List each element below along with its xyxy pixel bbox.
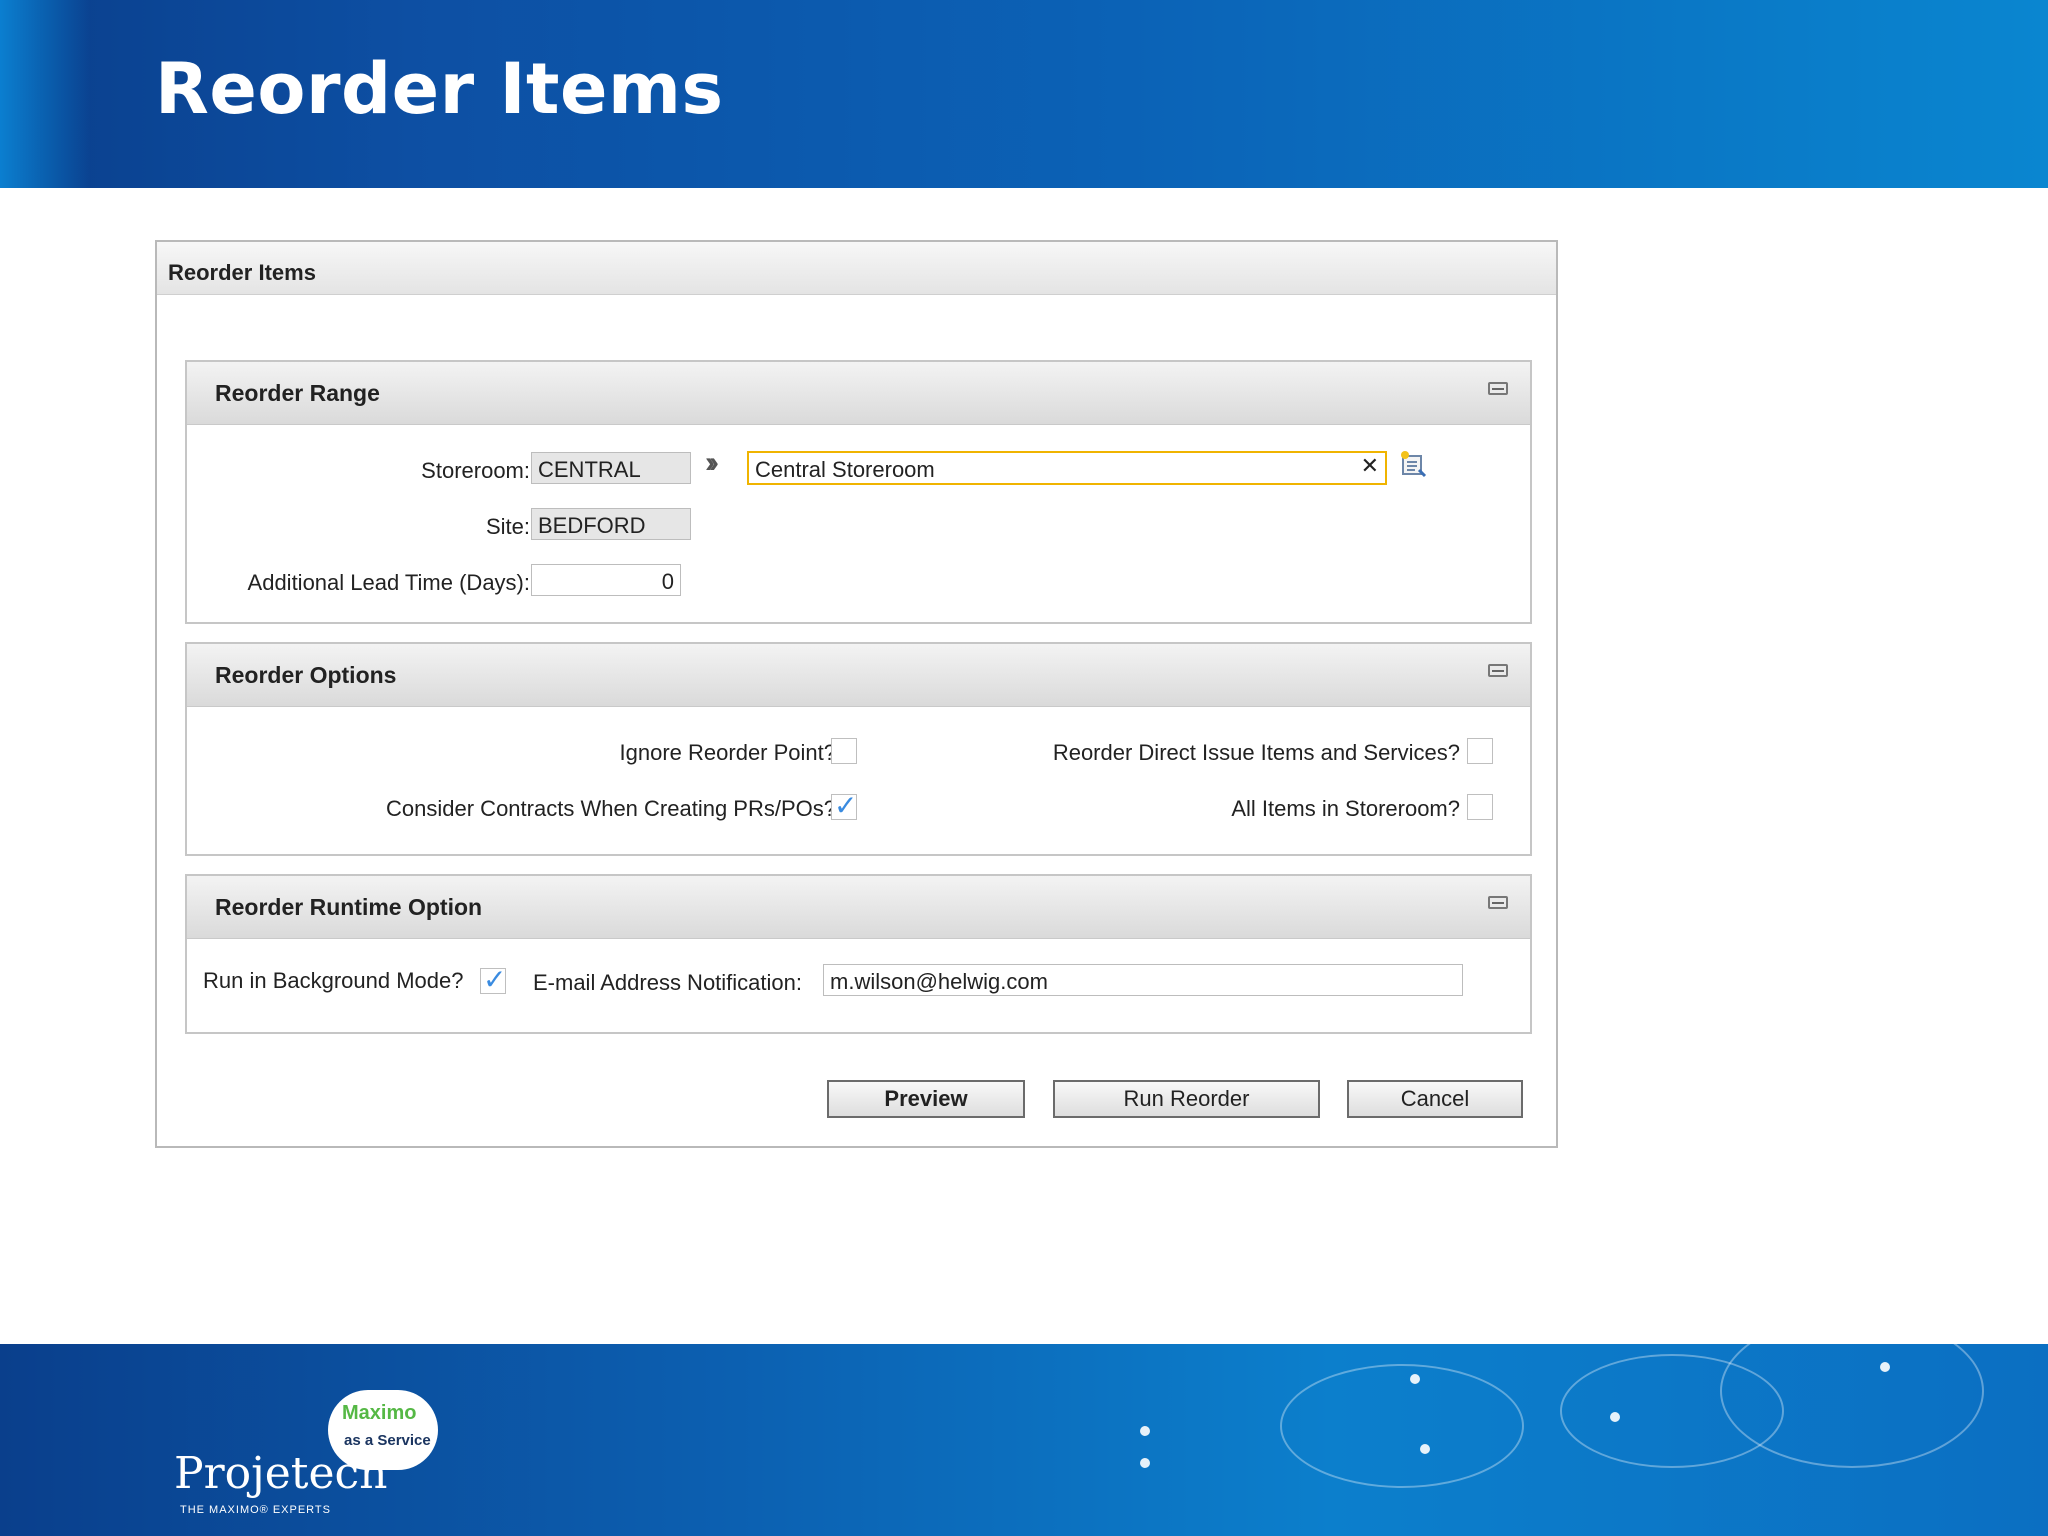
collapse-icon[interactable] xyxy=(1488,896,1508,909)
projetech-logo: Maximo as a Service Projetech THE MAXIMO… xyxy=(150,1390,450,1520)
reorder-range-section: Reorder Range Storeroom: CENTRAL ›› Cent… xyxy=(185,360,1532,624)
reorder-items-dialog: Reorder Items Reorder Range Storeroom: C… xyxy=(155,240,1558,1148)
detail-menu-icon[interactable]: ›› xyxy=(705,446,719,480)
storeroom-description: Central Storeroom xyxy=(755,457,935,482)
reorder-direct-issue-checkbox[interactable] xyxy=(1467,738,1493,764)
reorder-range-header[interactable]: Reorder Range xyxy=(187,362,1530,425)
reorder-options-section: Reorder Options Ignore Reorder Point? Co… xyxy=(185,642,1532,856)
consider-contracts-checkbox[interactable] xyxy=(831,789,857,822)
preview-button[interactable]: Preview xyxy=(827,1080,1025,1118)
clear-icon[interactable]: ✕ xyxy=(1361,453,1379,479)
logo-tagline: THE MAXIMO® EXPERTS xyxy=(180,1504,331,1516)
run-reorder-button[interactable]: Run Reorder xyxy=(1053,1080,1320,1118)
section-title: Reorder Options xyxy=(215,662,397,688)
reorder-runtime-section: Reorder Runtime Option Run in Background… xyxy=(185,874,1532,1034)
logo-text: Projetech xyxy=(174,1448,388,1499)
all-items-checkbox[interactable] xyxy=(1467,794,1493,820)
email-field[interactable]: m.wilson@helwig.com xyxy=(823,964,1463,996)
lead-time-label: Additional Lead Time (Days): xyxy=(247,570,530,595)
site-label: Site: xyxy=(485,514,530,539)
decorative-swirl xyxy=(1720,1344,1984,1468)
reorder-direct-issue-label: Reorder Direct Issue Items and Services? xyxy=(1052,740,1460,765)
section-title: Reorder Range xyxy=(215,380,380,406)
slide-title: Reorder Items xyxy=(155,48,724,130)
lead-time-field[interactable]: 0 xyxy=(531,564,681,596)
dialog-header: Reorder Items xyxy=(157,242,1556,295)
all-items-label: All Items in Storeroom? xyxy=(1231,796,1460,821)
email-label: E-mail Address Notification: xyxy=(533,970,802,995)
section-title: Reorder Runtime Option xyxy=(215,894,483,920)
decorative-dot xyxy=(1610,1412,1620,1422)
storeroom-field[interactable]: CENTRAL xyxy=(531,452,691,484)
dialog-title: Reorder Items xyxy=(168,260,316,285)
decorative-dot xyxy=(1140,1426,1150,1436)
collapse-icon[interactable] xyxy=(1488,382,1508,395)
decorative-dot xyxy=(1140,1458,1150,1468)
cancel-button[interactable]: Cancel xyxy=(1347,1080,1523,1118)
lookup-icon[interactable] xyxy=(1399,450,1427,478)
consider-contracts-label: Consider Contracts When Creating PRs/POs… xyxy=(386,796,836,821)
reorder-options-header[interactable]: Reorder Options xyxy=(187,644,1530,707)
background-mode-checkbox[interactable] xyxy=(480,963,506,996)
decorative-dot xyxy=(1880,1362,1890,1372)
decorative-swirl xyxy=(1280,1364,1524,1488)
reorder-runtime-header[interactable]: Reorder Runtime Option xyxy=(187,876,1530,939)
ignore-reorder-point-checkbox[interactable] xyxy=(831,738,857,764)
collapse-icon[interactable] xyxy=(1488,664,1508,677)
badge-line2: as a Service xyxy=(344,1432,431,1449)
storeroom-description-field[interactable]: Central Storeroom ✕ xyxy=(747,451,1387,485)
site-field[interactable]: BEDFORD xyxy=(531,508,691,540)
badge-line1: Maximo xyxy=(342,1402,417,1424)
decorative-dot xyxy=(1420,1444,1430,1454)
slide-header-band: Reorder Items xyxy=(0,0,2048,188)
background-mode-label: Run in Background Mode? xyxy=(203,968,464,993)
decorative-dot xyxy=(1410,1374,1420,1384)
storeroom-label: Storeroom: xyxy=(421,458,530,483)
ignore-reorder-point-label: Ignore Reorder Point? xyxy=(619,740,836,765)
